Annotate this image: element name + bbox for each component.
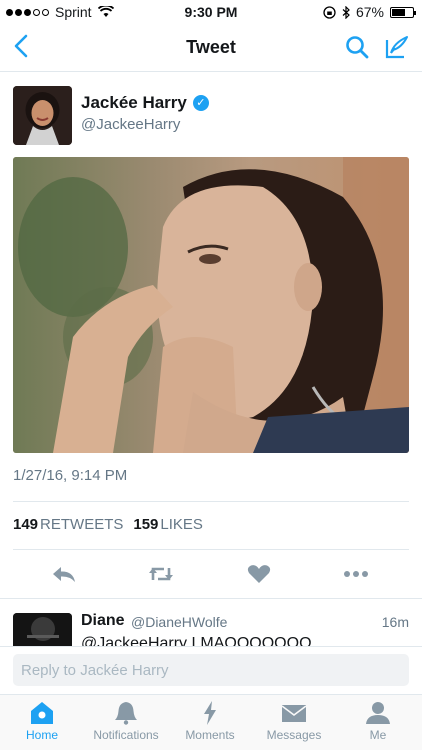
bell-icon [115,702,137,725]
tab-me[interactable]: Me [336,701,420,750]
tab-bar: Home Notifications Moments Messages Me [0,694,422,750]
author-name-row[interactable]: Jackée Harry ✓ [81,93,209,113]
home-icon [31,702,53,724]
tab-label: Me [369,728,387,742]
tab-label: Notifications [93,728,159,742]
divider [0,598,422,599]
tab-messages[interactable]: Messages [252,701,336,750]
author-avatar[interactable] [13,86,72,145]
verified-badge-icon: ✓ [192,95,209,111]
status-bar: Sprint 9:30 PM 67% [0,0,422,24]
tweet-photo[interactable] [13,157,409,453]
retweets-label: RETWEETS [40,516,124,533]
tab-label: Home [25,728,58,742]
reply-composer [0,646,422,692]
battery-percent: 67% [355,4,384,20]
more-options-icon[interactable] [342,563,370,585]
lightning-icon [204,701,216,725]
divider [13,501,409,502]
tab-label: Moments [185,728,235,742]
search-icon[interactable] [344,34,370,60]
reply-input[interactable] [13,654,409,686]
reply-text: @JackeeHarry LMAOOOOOOO [81,635,312,647]
like-heart-icon[interactable] [245,563,273,585]
tweet-timestamp: 1/27/16, 9:14 PM [13,467,128,484]
battery-icon [390,6,416,18]
reply-time: 16m [381,614,409,630]
compose-tweet-icon[interactable] [384,34,410,60]
author-name[interactable]: Jackée Harry [81,93,187,113]
retweet-icon[interactable] [147,563,175,585]
rotation-lock-icon [323,5,336,19]
person-icon [366,702,390,724]
engagement-counts: 149 RETWEETS 159 LIKES [13,516,203,533]
tab-notifications[interactable]: Notifications [84,701,168,750]
author-handle[interactable]: @JackeeHarry [81,116,180,133]
likes-count: 159 [133,516,159,533]
reply-author-handle[interactable]: @DianeHWolfe [131,614,227,630]
tab-moments[interactable]: Moments [168,701,252,750]
tweet-actions [0,563,422,585]
navigation-bar: Tweet [0,24,422,72]
tab-home[interactable]: Home [0,701,84,750]
retweets-stat[interactable]: 149 RETWEETS [13,516,123,533]
reply-author-name[interactable]: Diane [81,612,125,630]
reply-icon[interactable] [50,563,78,585]
likes-stat[interactable]: 159 LIKES [133,516,203,533]
retweets-count: 149 [13,516,39,533]
tab-label: Messages [266,728,322,742]
likes-label: LIKES [160,516,203,533]
bluetooth-icon [342,5,350,19]
divider [13,549,409,550]
envelope-icon [281,705,307,722]
